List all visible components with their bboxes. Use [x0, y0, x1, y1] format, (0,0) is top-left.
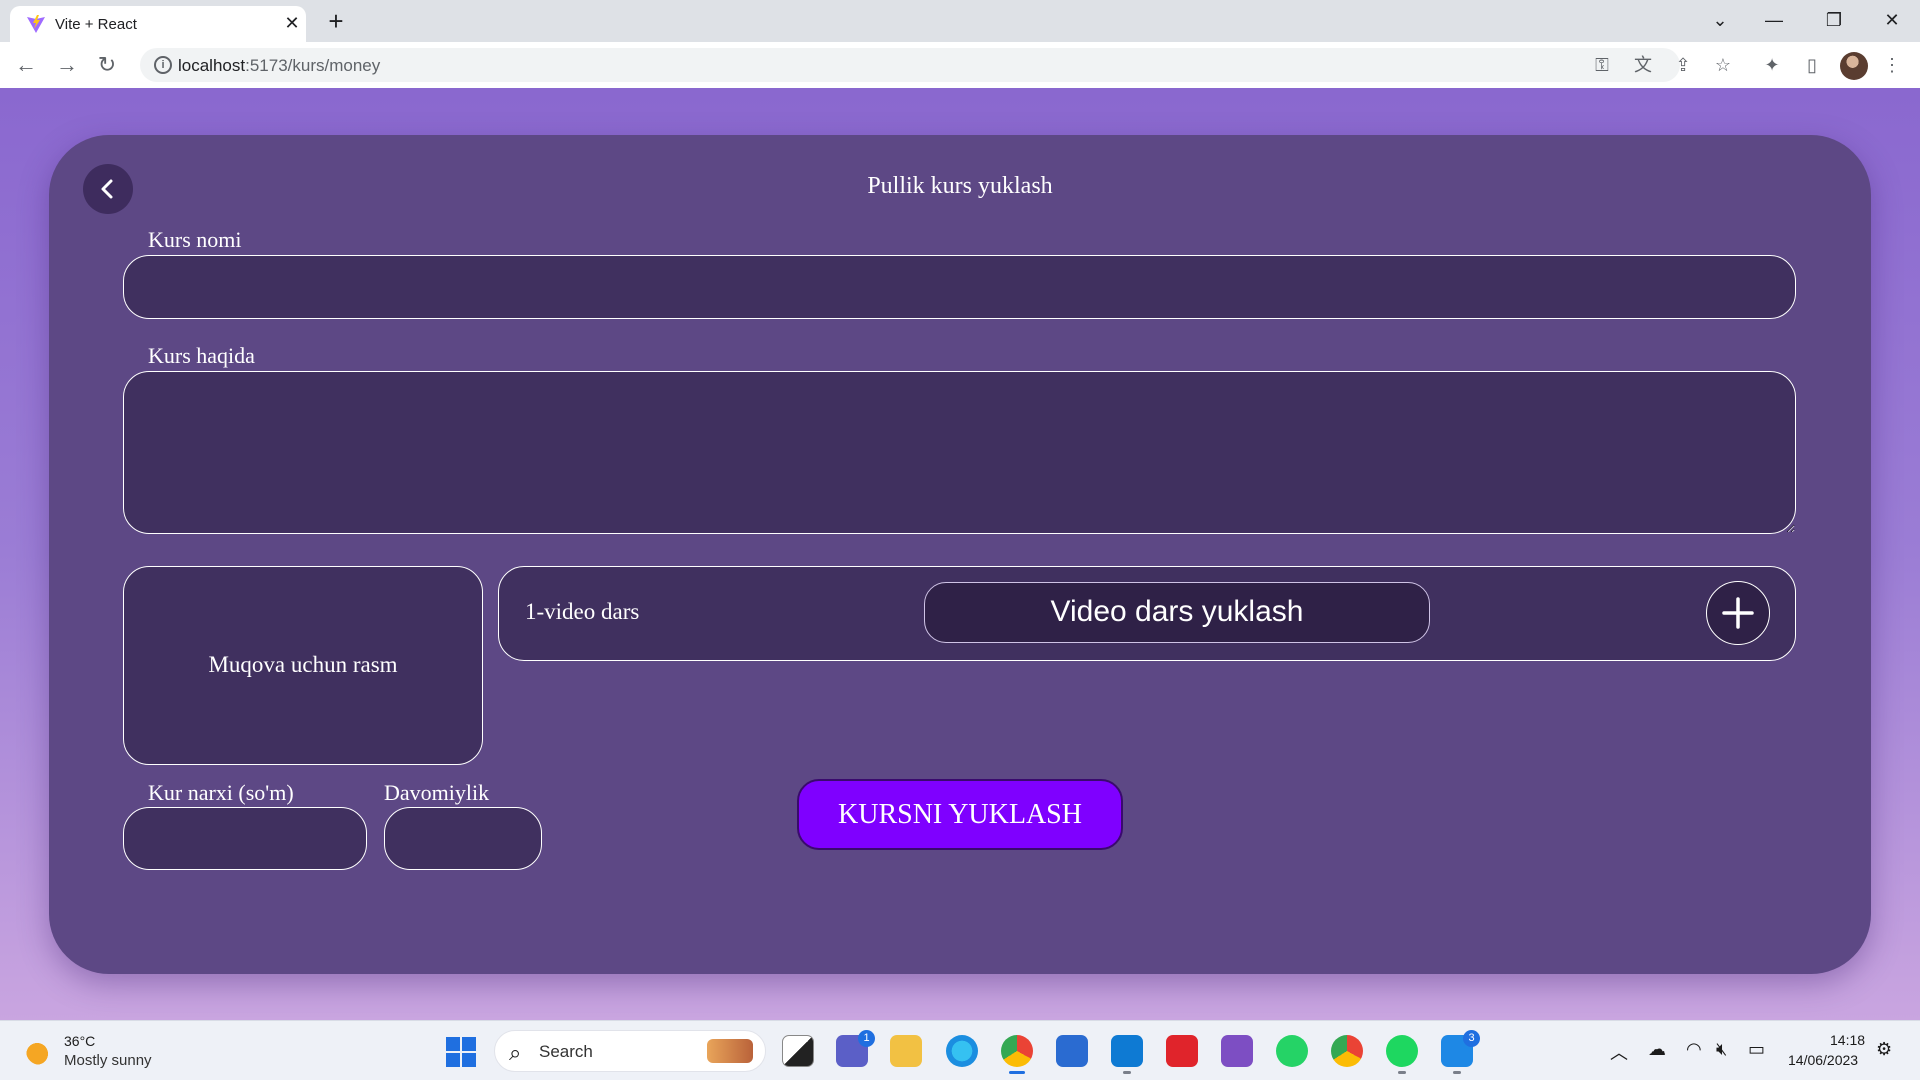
browser-toolbar: ← → ↻ i localhost:5173/kurs/money ⚿ 文 ⇪ …: [0, 42, 1920, 88]
app-icon[interactable]: 3: [1441, 1030, 1480, 1074]
course-about-textarea[interactable]: [123, 371, 1796, 534]
battery-icon[interactable]: ▭: [1748, 1039, 1765, 1060]
plus-icon: [1722, 597, 1754, 629]
edge-icon[interactable]: [946, 1035, 978, 1067]
share-icon[interactable]: ⇪: [1671, 53, 1695, 77]
cover-image-upload[interactable]: Muqova uchun rasm: [123, 566, 483, 765]
task-view-icon[interactable]: [782, 1035, 814, 1067]
cover-image-label: Muqova uchun rasm: [208, 652, 398, 677]
browser-tabstrip: Vite + React ✕ + ⌄ — ❐ ✕: [0, 0, 1920, 42]
search-icon: ⌕: [509, 1040, 522, 1065]
notification-icon[interactable]: ⚙: [1876, 1039, 1892, 1060]
speaker-muted-icon[interactable]: 🔇︎: [1716, 1039, 1727, 1060]
vite-favicon-icon: [27, 15, 45, 33]
course-about-label: Kurs haqida: [148, 343, 255, 368]
weather-temperature[interactable]: 36°C: [64, 1033, 95, 1049]
price-label: Kur narxi (so'm): [148, 780, 294, 805]
app-open-indicator: [1453, 1071, 1461, 1074]
vscode-open-indicator: [1123, 1071, 1131, 1074]
bookmark-star-icon[interactable]: ☆: [1711, 53, 1735, 77]
app-badge: 3: [1463, 1030, 1480, 1047]
back-arrow-icon[interactable]: ←: [12, 51, 40, 79]
price-input[interactable]: [123, 807, 367, 870]
side-panel-icon[interactable]: ▯: [1800, 53, 1824, 77]
close-window-icon[interactable]: ✕: [1872, 6, 1912, 34]
extensions-puzzle-icon[interactable]: ✦: [1760, 53, 1784, 77]
clock-date[interactable]: 14/06/2023: [1788, 1052, 1858, 1068]
tab-search-chevron-icon[interactable]: ⌄: [1700, 6, 1740, 34]
key-icon[interactable]: ⚿: [1590, 53, 1614, 77]
page-title: Pullik kurs yuklash: [867, 173, 1053, 199]
reload-icon[interactable]: ↻: [93, 51, 121, 79]
vscode-icon[interactable]: [1111, 1035, 1143, 1074]
translate-icon[interactable]: 文: [1631, 53, 1655, 77]
video-upload-button[interactable]: Video dars yuklash: [924, 582, 1430, 643]
show-hidden-icons-chevron-icon[interactable]: ︿: [1610, 1039, 1628, 1065]
chrome-icon[interactable]: [1001, 1035, 1033, 1074]
weather-description[interactable]: Mostly sunny: [64, 1052, 152, 1069]
visual-studio-icon[interactable]: [1221, 1035, 1253, 1067]
wps-office-icon[interactable]: [1166, 1035, 1198, 1067]
weather-sun-icon[interactable]: [26, 1037, 54, 1065]
video-lesson-label: 1-video dars: [525, 599, 640, 624]
new-tab-button[interactable]: +: [322, 8, 350, 36]
submit-course-button[interactable]: KURSNI YUKLASH: [797, 779, 1123, 850]
file-explorer-icon[interactable]: [890, 1035, 922, 1067]
taskbar-search[interactable]: ⌕ Search: [494, 1030, 766, 1072]
clock-time[interactable]: 14:18: [1830, 1032, 1865, 1048]
search-highlight-icon: [707, 1039, 753, 1063]
tab-title: Vite + React: [55, 16, 137, 33]
spotify-open-indicator: [1398, 1071, 1406, 1074]
upload-course-card: Pullik kurs yuklash Kurs nomi Kurs haqid…: [49, 135, 1871, 974]
page-viewport: Pullik kurs yuklash Kurs nomi Kurs haqid…: [0, 88, 1920, 1020]
microsoft-store-icon[interactable]: [1056, 1035, 1088, 1067]
wifi-icon[interactable]: ◠: [1686, 1039, 1702, 1060]
onedrive-cloud-icon[interactable]: ☁: [1648, 1039, 1666, 1060]
duration-label: Davomiylik: [384, 780, 490, 805]
address-bar[interactable]: i localhost:5173/kurs/money: [140, 48, 1680, 82]
course-name-input[interactable]: [123, 255, 1796, 319]
url-text[interactable]: localhost:5173/kurs/money: [178, 56, 380, 76]
forward-arrow-icon[interactable]: →: [53, 51, 81, 79]
teams-chat-icon[interactable]: 1: [836, 1030, 875, 1067]
add-video-button[interactable]: [1706, 581, 1770, 645]
duration-input[interactable]: [384, 807, 542, 870]
teams-badge: 1: [858, 1030, 875, 1047]
search-placeholder: Search: [539, 1042, 593, 1061]
course-name-label: Kurs nomi: [148, 227, 242, 252]
minimize-icon[interactable]: —: [1754, 6, 1794, 34]
browser-tab[interactable]: Vite + React ✕: [10, 6, 306, 42]
site-info-icon[interactable]: i: [154, 56, 172, 74]
profile-avatar[interactable]: [1840, 52, 1868, 80]
spotify-icon[interactable]: [1386, 1035, 1418, 1074]
windows-taskbar: 36°C Mostly sunny ⌕ Search 1 3 ︿ ☁ ◠ 🔇︎ …: [0, 1020, 1920, 1080]
whatsapp-icon[interactable]: [1276, 1035, 1308, 1067]
tab-close-icon[interactable]: ✕: [281, 12, 303, 34]
restore-icon[interactable]: ❐: [1814, 6, 1854, 34]
chrome-profile-icon[interactable]: [1331, 1035, 1363, 1067]
windows-start-icon[interactable]: [446, 1037, 476, 1067]
video-lesson-row: 1-video dars Video dars yuklash: [498, 566, 1796, 661]
menu-kebab-icon[interactable]: ⋮: [1880, 53, 1904, 77]
chrome-active-indicator: [1009, 1071, 1025, 1074]
